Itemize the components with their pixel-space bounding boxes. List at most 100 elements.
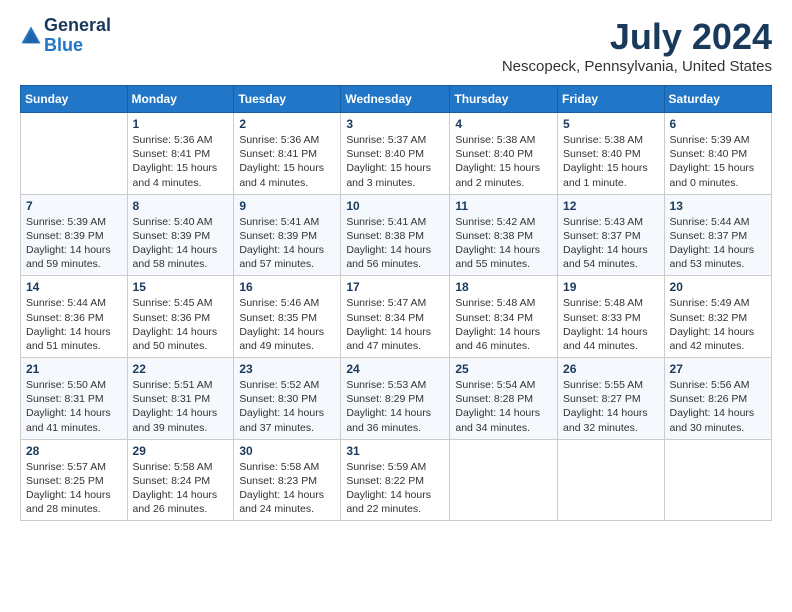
day-info: Sunrise: 5:52 AMSunset: 8:30 PMDaylight:… (239, 378, 335, 435)
table-row: 17 Sunrise: 5:47 AMSunset: 8:34 PMDayligh… (341, 276, 450, 358)
day-number: 17 (346, 280, 444, 294)
table-row: 28 Sunrise: 5:57 AMSunset: 8:25 PMDayligh… (21, 439, 128, 521)
day-number: 28 (26, 444, 122, 458)
table-row: 7Sunrise: 5:39 AMSunset: 8:39 PMDaylight… (21, 194, 128, 276)
table-row: 18 Sunrise: 5:48 AMSunset: 8:34 PMDayligh… (450, 276, 558, 358)
table-row: 24Sunrise: 5:53 AMSunset: 8:29 PMDayligh… (341, 358, 450, 440)
day-info: Sunrise: 5:36 AMSunset: 8:41 PMDaylight:… (133, 133, 229, 190)
day-info: Sunrise: 5:56 AMSunset: 8:26 PMDaylight:… (670, 378, 766, 435)
day-number: 16 (239, 280, 335, 294)
day-info: Sunrise: 5:44 AMSunset: 8:37 PMDaylight:… (670, 215, 766, 272)
title-block: July 2024 Nescopeck, Pennsylvania, Unite… (502, 16, 772, 75)
day-number: 25 (455, 362, 552, 376)
table-row: 4Sunrise: 5:38 AMSunset: 8:40 PMDaylight… (450, 113, 558, 195)
day-info: Sunrise: 5:58 AMSunset: 8:24 PMDaylight:… (133, 460, 229, 517)
table-row: 1Sunrise: 5:36 AMSunset: 8:41 PMDaylight… (127, 113, 234, 195)
day-info: Sunrise: 5:59 AMSunset: 8:22 PMDaylight:… (346, 460, 444, 517)
col-tuesday: Tuesday (234, 86, 341, 113)
table-row (558, 439, 665, 521)
day-info: Sunrise: 5:40 AMSunset: 8:39 PMDaylight:… (133, 215, 229, 272)
table-row: 3Sunrise: 5:37 AMSunset: 8:40 PMDaylight… (341, 113, 450, 195)
table-row: 6 Sunrise: 5:39 AMSunset: 8:40 PMDaylight… (664, 113, 771, 195)
table-row: 8 Sunrise: 5:40 AMSunset: 8:39 PMDaylight… (127, 194, 234, 276)
day-number: 22 (133, 362, 229, 376)
table-row: 19Sunrise: 5:48 AMSunset: 8:33 PMDayligh… (558, 276, 665, 358)
day-number: 15 (133, 280, 229, 294)
page: General Blue July 2024 Nescopeck, Pennsy… (0, 0, 792, 612)
day-info: Sunrise: 5:38 AMSunset: 8:40 PMDaylight:… (563, 133, 659, 190)
day-number: 20 (670, 280, 766, 294)
day-info: Sunrise: 5:43 AMSunset: 8:37 PMDaylight:… (563, 215, 659, 272)
day-number: 10 (346, 199, 444, 213)
day-info: Sunrise: 5:41 AMSunset: 8:38 PMDaylight:… (346, 215, 444, 272)
day-number: 4 (455, 117, 552, 131)
col-saturday: Saturday (664, 86, 771, 113)
table-row: 25Sunrise: 5:54 AMSunset: 8:28 PMDayligh… (450, 358, 558, 440)
col-sunday: Sunday (21, 86, 128, 113)
calendar-week-row: 28 Sunrise: 5:57 AMSunset: 8:25 PMDayligh… (21, 439, 772, 521)
day-info: Sunrise: 5:58 AMSunset: 8:23 PMDaylight:… (239, 460, 335, 517)
day-info: Sunrise: 5:50 AMSunset: 8:31 PMDaylight:… (26, 378, 122, 435)
day-number: 14 (26, 280, 122, 294)
table-row (21, 113, 128, 195)
table-row: 21Sunrise: 5:50 AMSunset: 8:31 PMDayligh… (21, 358, 128, 440)
table-row: 12 Sunrise: 5:43 AMSunset: 8:37 PMDayligh… (558, 194, 665, 276)
day-number: 30 (239, 444, 335, 458)
day-info: Sunrise: 5:51 AMSunset: 8:31 PMDaylight:… (133, 378, 229, 435)
logo-text: General Blue (44, 16, 111, 56)
col-monday: Monday (127, 86, 234, 113)
logo: General Blue (20, 16, 111, 56)
day-info: Sunrise: 5:48 AMSunset: 8:34 PMDaylight:… (455, 296, 552, 353)
table-row: 30 Sunrise: 5:58 AMSunset: 8:23 PMDayligh… (234, 439, 341, 521)
day-info: Sunrise: 5:57 AMSunset: 8:25 PMDaylight:… (26, 460, 122, 517)
calendar-week-row: 1Sunrise: 5:36 AMSunset: 8:41 PMDaylight… (21, 113, 772, 195)
day-number: 27 (670, 362, 766, 376)
table-row: 10 Sunrise: 5:41 AMSunset: 8:38 PMDayligh… (341, 194, 450, 276)
day-number: 18 (455, 280, 552, 294)
day-info: Sunrise: 5:47 AMSunset: 8:34 PMDaylight:… (346, 296, 444, 353)
logo-general: General (44, 15, 111, 35)
table-row: 9 Sunrise: 5:41 AMSunset: 8:39 PMDaylight… (234, 194, 341, 276)
table-row: 23 Sunrise: 5:52 AMSunset: 8:30 PMDayligh… (234, 358, 341, 440)
calendar-week-row: 14Sunrise: 5:44 AMSunset: 8:36 PMDayligh… (21, 276, 772, 358)
table-row (450, 439, 558, 521)
table-row: 2Sunrise: 5:36 AMSunset: 8:41 PMDaylight… (234, 113, 341, 195)
table-row: 13 Sunrise: 5:44 AMSunset: 8:37 PMDayligh… (664, 194, 771, 276)
day-info: Sunrise: 5:39 AMSunset: 8:39 PMDaylight:… (26, 215, 122, 272)
header: General Blue July 2024 Nescopeck, Pennsy… (20, 16, 772, 75)
table-row: 15Sunrise: 5:45 AMSunset: 8:36 PMDayligh… (127, 276, 234, 358)
day-number: 12 (563, 199, 659, 213)
day-info: Sunrise: 5:36 AMSunset: 8:41 PMDaylight:… (239, 133, 335, 190)
table-row: 29 Sunrise: 5:58 AMSunset: 8:24 PMDayligh… (127, 439, 234, 521)
day-number: 13 (670, 199, 766, 213)
day-info: Sunrise: 5:46 AMSunset: 8:35 PMDaylight:… (239, 296, 335, 353)
col-friday: Friday (558, 86, 665, 113)
subtitle: Nescopeck, Pennsylvania, United States (502, 58, 772, 75)
day-info: Sunrise: 5:49 AMSunset: 8:32 PMDaylight:… (670, 296, 766, 353)
day-number: 6 (670, 117, 766, 131)
day-number: 11 (455, 199, 552, 213)
table-row: 11Sunrise: 5:42 AMSunset: 8:38 PMDayligh… (450, 194, 558, 276)
day-number: 3 (346, 117, 444, 131)
day-info: Sunrise: 5:39 AMSunset: 8:40 PMDaylight:… (670, 133, 766, 190)
day-number: 31 (346, 444, 444, 458)
day-number: 9 (239, 199, 335, 213)
day-number: 5 (563, 117, 659, 131)
day-info: Sunrise: 5:41 AMSunset: 8:39 PMDaylight:… (239, 215, 335, 272)
table-row: 31 Sunrise: 5:59 AMSunset: 8:22 PMDayligh… (341, 439, 450, 521)
col-wednesday: Wednesday (341, 86, 450, 113)
day-number: 23 (239, 362, 335, 376)
table-row (664, 439, 771, 521)
day-number: 8 (133, 199, 229, 213)
day-number: 26 (563, 362, 659, 376)
calendar-header-row: Sunday Monday Tuesday Wednesday Thursday… (21, 86, 772, 113)
calendar-week-row: 7Sunrise: 5:39 AMSunset: 8:39 PMDaylight… (21, 194, 772, 276)
table-row: 26Sunrise: 5:55 AMSunset: 8:27 PMDayligh… (558, 358, 665, 440)
table-row: 5 Sunrise: 5:38 AMSunset: 8:40 PMDaylight… (558, 113, 665, 195)
calendar-week-row: 21Sunrise: 5:50 AMSunset: 8:31 PMDayligh… (21, 358, 772, 440)
day-number: 29 (133, 444, 229, 458)
table-row: 20 Sunrise: 5:49 AMSunset: 8:32 PMDayligh… (664, 276, 771, 358)
main-title: July 2024 (502, 16, 772, 58)
table-row: 16 Sunrise: 5:46 AMSunset: 8:35 PMDayligh… (234, 276, 341, 358)
table-row: 27 Sunrise: 5:56 AMSunset: 8:26 PMDayligh… (664, 358, 771, 440)
